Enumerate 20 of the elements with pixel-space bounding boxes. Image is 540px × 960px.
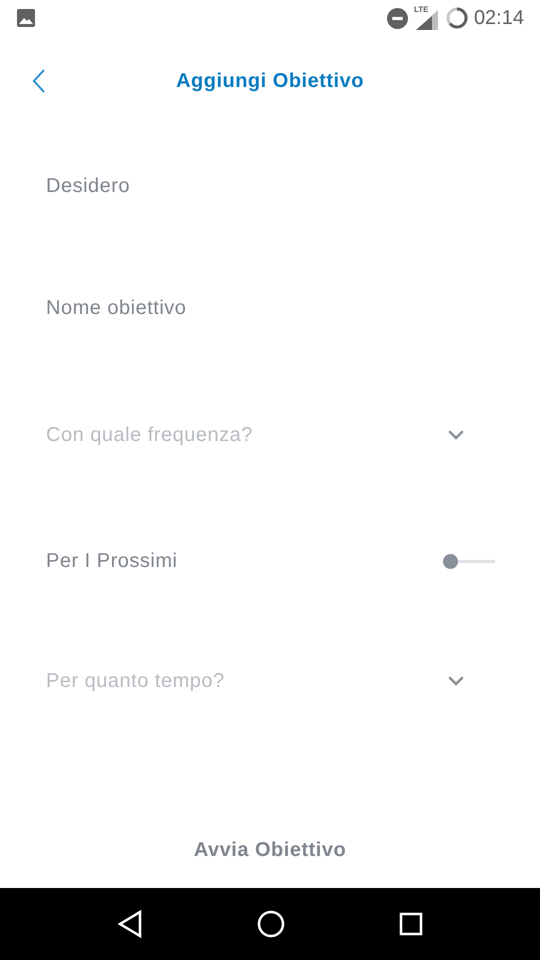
image-icon	[16, 8, 36, 28]
status-time: 02:14	[474, 6, 524, 31]
field-label: Per I Prossimi	[46, 549, 178, 574]
back-icon	[32, 68, 46, 94]
start-goal-button[interactable]: Avvia Obiettivo	[194, 835, 346, 865]
battery-ring-icon	[446, 7, 468, 29]
do-not-disturb-icon	[386, 8, 408, 28]
dropdown-field[interactable]: Per quanto tempo?	[0, 666, 540, 696]
network-type: LTE	[414, 4, 428, 16]
signal-icon	[414, 10, 440, 30]
dropdown-field[interactable]: Con quale frequenza?	[0, 420, 540, 450]
recents-nav-icon[interactable]	[399, 912, 423, 936]
chevron-down-icon	[448, 676, 464, 686]
slider-thumb[interactable]	[443, 554, 458, 568]
text-field[interactable]: Desidero	[46, 171, 494, 201]
back-nav-icon[interactable]	[117, 910, 143, 938]
chevron-down-icon	[448, 430, 464, 440]
home-nav-icon[interactable]	[257, 910, 285, 938]
page-title: Aggiungi Obiettivo	[176, 69, 364, 94]
text-field[interactable]: Nome obiettivo	[46, 292, 494, 322]
